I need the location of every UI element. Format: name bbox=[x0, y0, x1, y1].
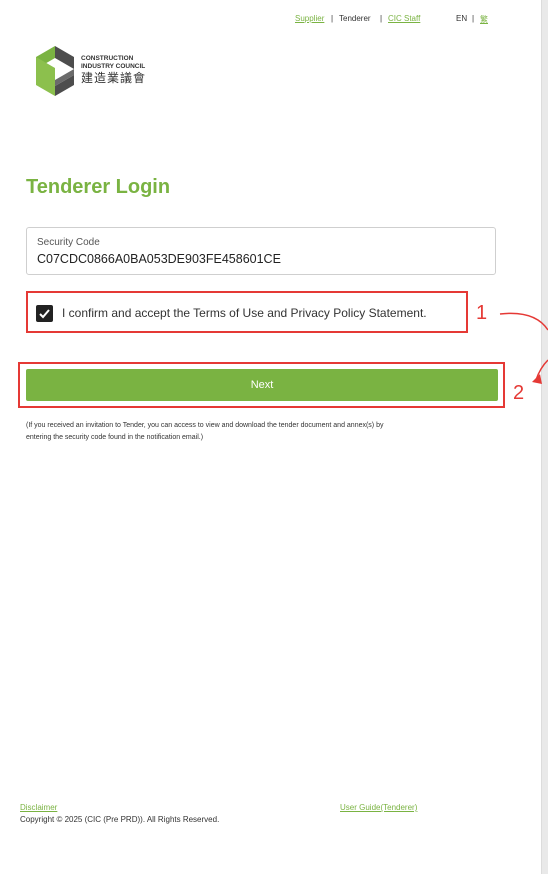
logo-chinese-name: 建造業議會 bbox=[81, 71, 147, 85]
consent-label[interactable]: I confirm and accept the Terms of Use an… bbox=[62, 306, 427, 320]
nav-tenderer-current: Tenderer bbox=[339, 14, 371, 23]
check-icon bbox=[39, 309, 50, 319]
nav-separator: | bbox=[380, 14, 383, 23]
cic-logo[interactable]: CONSTRUCTION INDUSTRY COUNCIL 建造業議會 bbox=[33, 44, 173, 100]
page-title: Tenderer Login bbox=[26, 176, 171, 198]
right-scroll-gutter bbox=[541, 0, 548, 874]
nav-cic-staff-link[interactable]: CIC Staff bbox=[388, 14, 420, 23]
info-note: (If you received an invitation to Tender… bbox=[26, 420, 504, 444]
cic-logo-icon bbox=[36, 46, 74, 96]
next-button[interactable]: Next bbox=[26, 369, 498, 401]
info-note-line: (If you received an invitation to Tender… bbox=[26, 422, 384, 429]
top-nav: Supplier | Tenderer | CIC Staff EN | 繁 bbox=[0, 14, 548, 28]
annotation-arrow-icon bbox=[499, 312, 548, 384]
logo-line-construction: CONSTRUCTION bbox=[81, 55, 134, 62]
logo-text: CONSTRUCTION INDUSTRY COUNCIL 建造業議會 bbox=[81, 55, 146, 85]
logo-line-industry-council: INDUSTRY COUNCIL bbox=[81, 62, 146, 70]
security-code-label: Security Code bbox=[37, 237, 100, 248]
nav-separator: | bbox=[331, 14, 334, 23]
info-note-line: entering the security code found in the … bbox=[26, 434, 204, 441]
annotation-number-1: 1 bbox=[476, 302, 488, 324]
lang-en-current: EN bbox=[456, 14, 468, 23]
copyright-text: Copyright © 2025 (CIC (Pre PRD)). All Ri… bbox=[20, 815, 220, 824]
security-code-field[interactable]: Security Code bbox=[26, 227, 496, 275]
nav-separator: | bbox=[472, 14, 475, 23]
security-code-input[interactable] bbox=[37, 252, 487, 266]
nav-supplier-link[interactable]: Supplier bbox=[295, 14, 324, 23]
lang-tc-link[interactable]: 繁 bbox=[480, 14, 488, 25]
user-guide-link[interactable]: User Guide(Tenderer) bbox=[340, 803, 417, 812]
disclaimer-link[interactable]: Disclaimer bbox=[20, 803, 57, 812]
consent-checkbox[interactable] bbox=[36, 305, 53, 322]
